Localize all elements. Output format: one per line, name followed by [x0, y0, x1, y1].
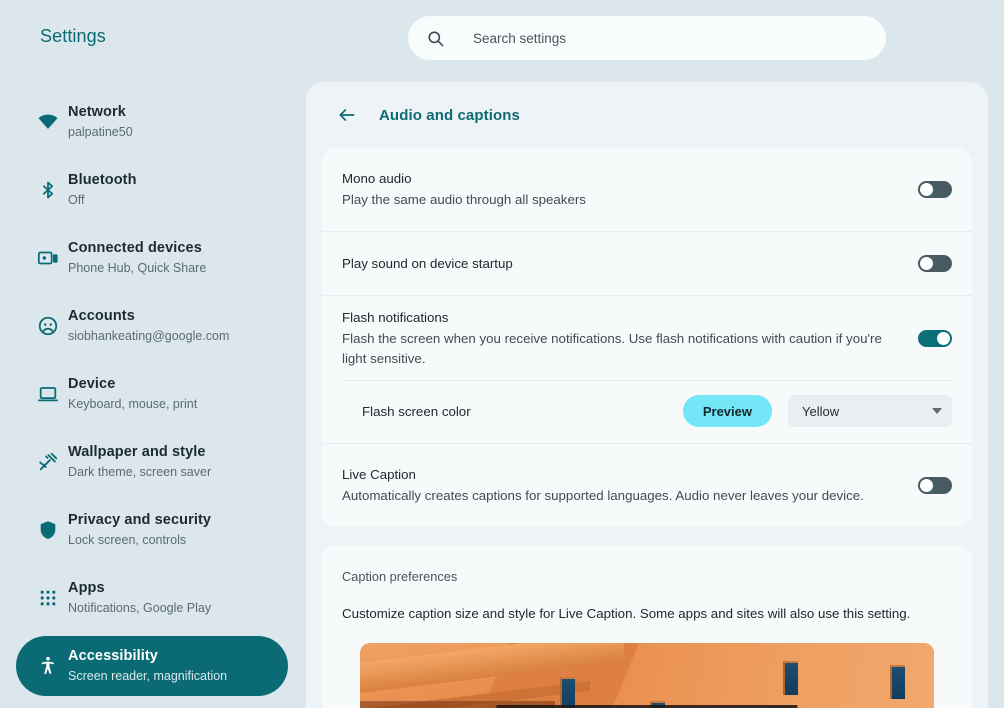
setting-row-flash-notifications: Flash notifications Flash the screen whe… — [322, 296, 972, 380]
sidebar-item-bluetooth[interactable]: Bluetooth Off — [16, 160, 288, 220]
sidebar: Settings Network palpatine50 Bluetooth O… — [0, 0, 304, 708]
sidebar-item-network[interactable]: Network palpatine50 — [16, 92, 288, 152]
caption-preferences-description: Customize caption size and style for Liv… — [342, 606, 911, 621]
sidebar-item-label: Connected devices — [68, 240, 202, 256]
sidebar-nav: Network palpatine50 Bluetooth Off Connec… — [0, 92, 304, 704]
sidebar-item-label: Bluetooth — [68, 172, 137, 188]
setting-label: Play sound on device startup — [342, 255, 513, 271]
live-caption-toggle[interactable] — [918, 477, 952, 494]
sidebar-item-sublabel: Lock screen, controls — [68, 533, 187, 547]
brush-icon — [28, 448, 68, 476]
sidebar-item-connected-devices[interactable]: Connected devices Phone Hub, Quick Share — [16, 228, 288, 288]
sidebar-item-wallpaper-and-style[interactable]: Wallpaper and style Dark theme, screen s… — [16, 432, 288, 492]
sidebar-item-label: Apps — [68, 580, 105, 596]
sidebar-item-label: Network — [68, 104, 126, 120]
panel-title: Audio and captions — [379, 106, 520, 124]
sidebar-item-label: Accessibility — [68, 648, 158, 664]
sidebar-item-sublabel: Off — [68, 193, 85, 207]
accessibility-icon — [28, 652, 68, 680]
setting-row-live-caption: Live Caption Automatically creates capti… — [322, 443, 972, 527]
wifi-icon — [28, 108, 68, 136]
back-arrow-icon[interactable] — [334, 102, 360, 128]
sidebar-item-label: Accounts — [68, 308, 135, 324]
caption-preview-image: The quick brown fox jumps over the lazy … — [360, 643, 934, 708]
laptop-icon — [28, 380, 68, 408]
account-icon — [28, 312, 68, 340]
setting-label: Flash notifications — [342, 309, 449, 325]
setting-row-startup-sound: Play sound on device startup — [322, 232, 972, 296]
sidebar-item-sublabel: Notifications, Google Play — [68, 601, 212, 615]
bluetooth-icon — [28, 176, 68, 204]
caption-preferences: Caption preferences Customize caption si… — [322, 545, 972, 621]
panel-header: Audio and captions — [306, 82, 988, 148]
setting-label: Live Caption — [342, 467, 416, 482]
mono-audio-toggle[interactable] — [918, 181, 952, 198]
setting-label: Mono audio — [342, 171, 412, 186]
settings-window: Settings Network palpatine50 Bluetooth O… — [0, 0, 1004, 708]
sidebar-item-label: Wallpaper and style — [68, 444, 206, 460]
sidebar-item-accounts[interactable]: Accounts siobhankeating@google.com — [16, 296, 288, 356]
sidebar-item-sublabel: Keyboard, mouse, print — [68, 397, 198, 411]
sidebar-item-device[interactable]: Device Keyboard, mouse, print — [16, 364, 288, 424]
flash-notifications-toggle[interactable] — [918, 329, 952, 347]
chevron-down-icon — [932, 408, 942, 414]
caption-preferences-card: Caption preferences Customize caption si… — [322, 545, 972, 708]
sidebar-item-sublabel: palpatine50 — [68, 125, 133, 139]
search-bar[interactable] — [408, 16, 886, 60]
startup-sound-toggle[interactable] — [918, 255, 952, 272]
flash-screen-color-row: Flash screen color Preview Yellow — [342, 380, 952, 443]
flash-screen-color-label: Flash screen color — [362, 403, 471, 419]
flash-color-value: Yellow — [802, 403, 840, 419]
sidebar-item-sublabel: Phone Hub, Quick Share — [68, 261, 207, 275]
setting-row-mono-audio: Mono audio Play the same audio through a… — [322, 148, 972, 232]
apps-grid-icon — [28, 584, 68, 612]
sidebar-item-accessibility[interactable]: Accessibility Screen reader, magnificati… — [16, 636, 288, 696]
setting-sublabel: Flash the screen when you receive notifi… — [342, 330, 882, 366]
sidebar-item-apps[interactable]: Apps Notifications, Google Play — [16, 568, 288, 628]
setting-sublabel: Automatically creates captions for suppo… — [342, 488, 864, 503]
sidebar-item-sublabel: Screen reader, magnification — [68, 669, 228, 683]
sidebar-item-privacy-and-security[interactable]: Privacy and security Lock screen, contro… — [16, 500, 288, 560]
sidebar-item-sublabel: siobhankeating@google.com — [68, 329, 230, 343]
caption-preferences-title: Caption preferences — [342, 569, 458, 584]
sidebar-item-label: Device — [68, 376, 116, 392]
preview-button[interactable]: Preview — [682, 395, 772, 427]
sidebar-item-label: Privacy and security — [68, 512, 212, 528]
sidebar-item-sublabel: Dark theme, screen saver — [68, 465, 212, 479]
search-icon — [426, 29, 445, 48]
audio-settings-card: Mono audio Play the same audio through a… — [322, 148, 972, 527]
main-panel: Audio and captions Mono audio Play the s… — [306, 82, 988, 708]
flash-color-dropdown[interactable]: Yellow — [788, 395, 952, 427]
setting-sublabel: Play the same audio through all speakers — [342, 192, 586, 207]
devices-icon — [28, 244, 68, 272]
search-input[interactable] — [471, 23, 851, 53]
page-title: Settings — [40, 26, 106, 46]
shield-icon — [28, 516, 68, 544]
